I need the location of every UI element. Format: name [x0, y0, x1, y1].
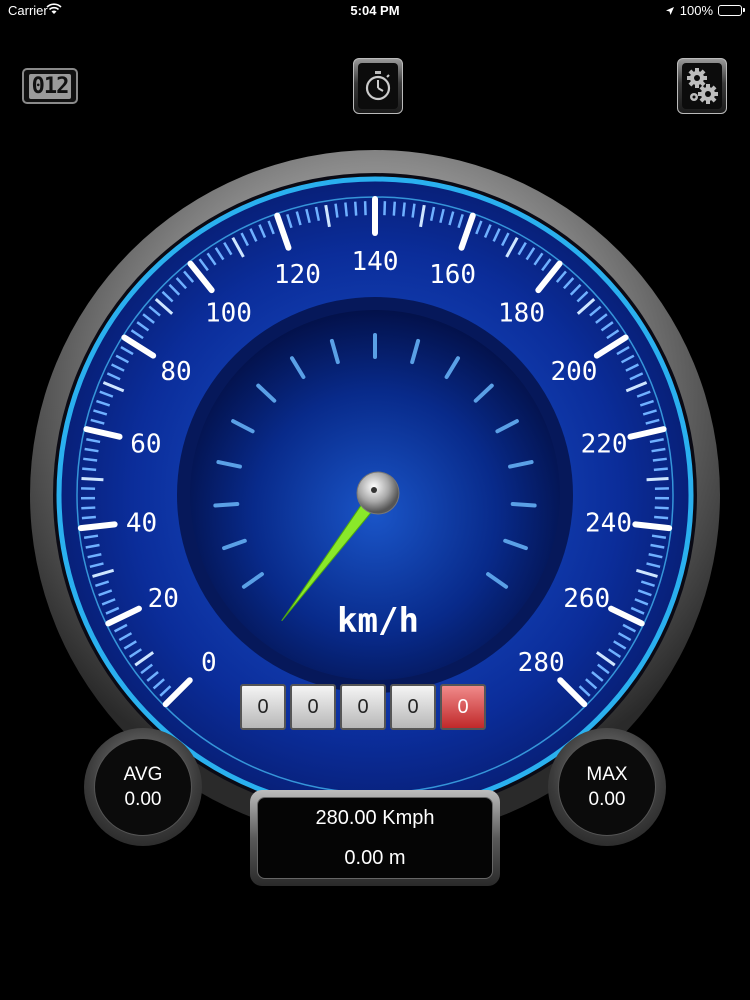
minor-tick — [652, 457, 667, 462]
minor-tick — [81, 506, 96, 510]
odometer-digit: 0 — [240, 684, 286, 730]
minor-tick — [646, 477, 669, 482]
minor-tick — [353, 201, 358, 216]
major-tick — [632, 521, 673, 532]
scale-label: 260 — [563, 584, 610, 614]
minor-tick — [344, 202, 349, 217]
minor-tick — [401, 202, 406, 217]
minor-tick — [83, 457, 98, 462]
odometer-digit: 0 — [290, 684, 336, 730]
max-value: 0.00 — [588, 789, 626, 810]
scale-label: 140 — [352, 247, 399, 277]
odometer: 0 0 0 0 0 — [240, 684, 486, 730]
avg-speed-dial[interactable]: AVG 0.00 — [84, 728, 202, 846]
avg-label: AVG — [123, 764, 163, 785]
minor-tick — [81, 477, 104, 482]
minor-tick — [654, 506, 669, 510]
minor-tick — [653, 467, 668, 472]
minor-tick — [654, 515, 669, 520]
scale-label: 80 — [160, 357, 191, 387]
odometer-digit: 0 — [340, 684, 386, 730]
minor-tick — [82, 467, 97, 472]
odometer-digit-tenths: 0 — [440, 684, 486, 730]
scale-label: 20 — [148, 584, 179, 614]
needle-hub — [356, 471, 400, 515]
max-label: MAX — [586, 764, 628, 785]
scale-label: 280 — [518, 648, 565, 678]
speed-limit-readout: 280.00 Kmph — [315, 806, 435, 829]
scale-label: 240 — [585, 508, 632, 538]
unit-label: km/h — [337, 601, 419, 641]
inner-tick — [213, 502, 240, 508]
speed-distance-readout: 280.00 Kmph 0.00 m — [250, 790, 500, 886]
distance-readout: 0.00 m — [344, 846, 406, 869]
scale-label: 220 — [581, 430, 628, 460]
avg-value: 0.00 — [124, 789, 162, 810]
inner-tick — [510, 502, 537, 508]
minor-tick — [81, 515, 96, 520]
scale-label: 60 — [130, 430, 161, 460]
scale-label: 40 — [126, 508, 157, 538]
minor-tick — [392, 201, 397, 216]
scale-label: 160 — [429, 260, 476, 290]
hub-pin — [371, 487, 377, 493]
scale-label: 100 — [205, 298, 252, 328]
major-tick — [77, 521, 118, 532]
odometer-digit: 0 — [390, 684, 436, 730]
scale-label: 200 — [550, 357, 597, 387]
max-speed-dial[interactable]: MAX 0.00 — [548, 728, 666, 846]
scale-label: 0 — [201, 648, 217, 678]
scale-label: 180 — [498, 298, 545, 328]
scale-label: 120 — [274, 260, 321, 290]
